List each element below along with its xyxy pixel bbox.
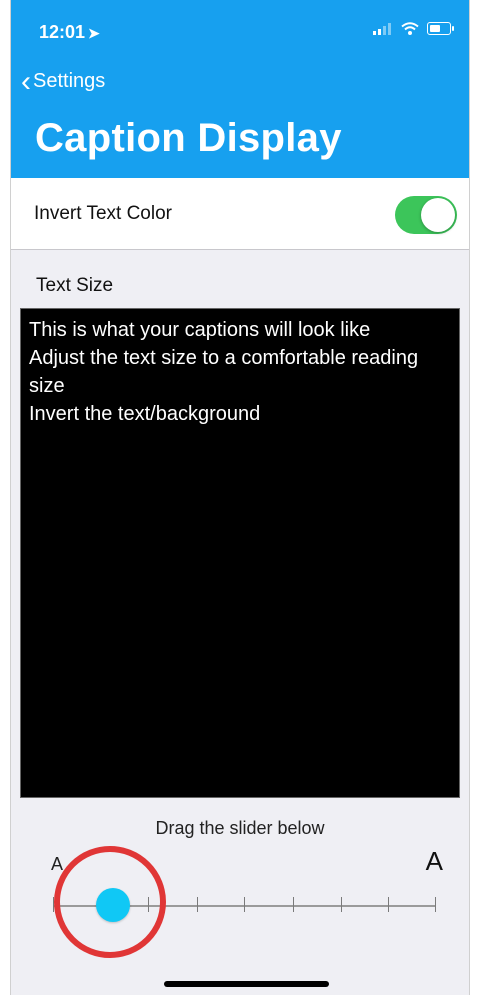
text-size-label: Text Size	[36, 275, 114, 296]
invert-text-color-row: Invert Text Color	[11, 178, 469, 250]
status-icons	[373, 22, 454, 35]
location-arrow-icon: ➤	[88, 25, 100, 41]
highlight-circle	[54, 846, 166, 958]
cellular-signal-icon	[373, 22, 391, 35]
preview-line: Invert the text/background	[29, 403, 261, 425]
chevron-left-icon: ‹	[21, 64, 31, 98]
slider-hint: Drag the slider below	[155, 818, 325, 838]
preview-line: This is what your captions will look lik…	[29, 319, 371, 341]
wifi-icon	[401, 22, 419, 35]
slider-tick	[197, 897, 198, 912]
battery-icon	[427, 22, 454, 35]
invert-text-color-toggle[interactable]	[395, 196, 457, 234]
status-time-text: 12:01	[39, 22, 86, 42]
preview-line: Adjust the text size to a comfortable re…	[29, 347, 419, 397]
page-title: Caption Display	[35, 116, 342, 160]
status-time: 12:01 ➤	[39, 22, 100, 43]
slider-tick	[435, 897, 436, 912]
slider-tick	[293, 897, 294, 912]
slider-tick	[244, 897, 245, 912]
back-button[interactable]: ‹ Settings	[21, 64, 106, 98]
slider-tick	[341, 897, 342, 912]
header: 12:01 ➤ ‹ Settings Caption Display	[11, 0, 469, 178]
back-button-label: Settings	[33, 70, 106, 92]
toggle-knob	[421, 198, 455, 232]
large-text-size-icon: A	[425, 846, 443, 876]
slider-tick	[388, 897, 389, 912]
home-indicator[interactable]	[164, 981, 329, 987]
invert-text-color-label: Invert Text Color	[34, 203, 172, 224]
caption-preview: This is what your captions will look lik…	[20, 308, 460, 798]
phone-screen: 12:01 ➤ ‹ Settings Caption Display Invert…	[10, 0, 470, 995]
